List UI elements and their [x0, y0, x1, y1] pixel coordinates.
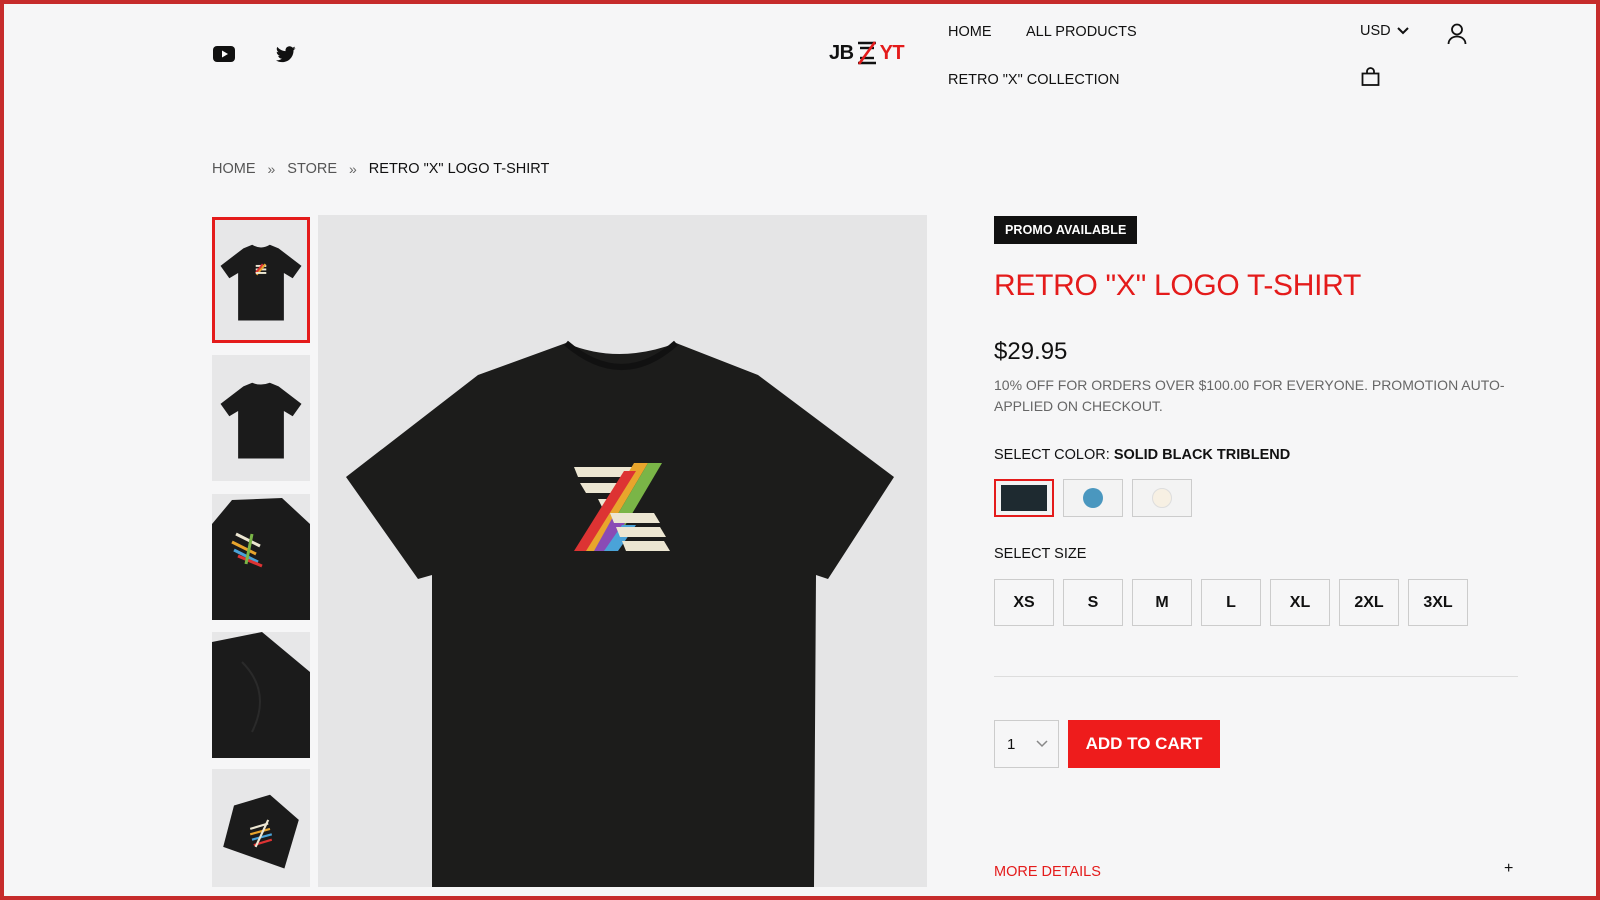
breadcrumb-separator: » [349, 161, 357, 177]
size-option-xl[interactable]: XL [1270, 579, 1330, 626]
user-icon [1447, 23, 1467, 45]
size-option-2xl[interactable]: 2XL [1339, 579, 1399, 626]
product-thumbnail-front[interactable] [212, 217, 310, 343]
account-button[interactable] [1447, 23, 1467, 45]
product-thumbnail-back[interactable] [212, 355, 310, 481]
size-option-xs[interactable]: XS [994, 579, 1054, 626]
product-thumbnail-folded[interactable] [212, 494, 310, 620]
shopping-bag-icon [1361, 67, 1380, 86]
brand-logo[interactable]: JB YT [829, 40, 905, 66]
cart-button[interactable] [1361, 67, 1381, 87]
product-thumbnail-detail[interactable] [212, 632, 310, 758]
color-swatch-blue[interactable] [1063, 479, 1123, 517]
color-swatch-cream[interactable] [1132, 479, 1192, 517]
twitter-link[interactable] [274, 44, 298, 64]
tshirt-folded-image [212, 498, 310, 620]
more-details-toggle[interactable]: MORE DETAILS [994, 864, 1101, 880]
promo-badge: PROMO AVAILABLE [994, 216, 1138, 244]
add-to-cart-button[interactable]: ADD TO CART [1068, 720, 1220, 768]
tshirt-flat-image [223, 794, 299, 869]
chevron-down-icon [1036, 740, 1048, 748]
color-chip [1152, 488, 1172, 508]
nav-home[interactable]: HOME [948, 24, 992, 40]
size-option-l[interactable]: L [1201, 579, 1261, 626]
breadcrumb-current: RETRO "X" LOGO T-SHIRT [368, 161, 550, 177]
product-title: RETRO "X" LOGO T-SHIRT [994, 269, 1361, 302]
youtube-link[interactable] [212, 44, 236, 64]
color-chip [1001, 485, 1047, 511]
chevron-down-icon [1396, 27, 1409, 35]
breadcrumb-separator: » [267, 161, 276, 177]
color-chip [1083, 488, 1103, 508]
nav-all-products[interactable]: ALL PRODUCTS [1026, 24, 1137, 40]
tshirt-front-image [220, 244, 302, 321]
breadcrumb: HOME » STORE » RETRO "X" LOGO T-SHIRT [212, 161, 549, 177]
product-thumbnail-flat[interactable] [212, 769, 310, 887]
product-main-image[interactable] [318, 215, 927, 887]
size-option-3xl[interactable]: 3XL [1408, 579, 1468, 626]
size-label: SELECT SIZE [994, 546, 1087, 562]
tshirt-detail-image [212, 632, 310, 758]
currency-label: USD [1360, 23, 1391, 39]
color-swatch-black[interactable] [994, 479, 1054, 517]
product-price: $29.95 [994, 338, 1068, 365]
logo-text-jb: JB [829, 41, 854, 64]
promo-description: 10% OFF FOR ORDERS OVER $100.00 FOR EVER… [994, 377, 1505, 414]
color-label-text: SELECT COLOR: [994, 447, 1110, 463]
quantity-value: 1 [1007, 735, 1016, 753]
twitter-icon [276, 45, 296, 62]
youtube-icon [213, 46, 235, 62]
size-option-s[interactable]: S [1063, 579, 1123, 626]
breadcrumb-store[interactable]: STORE [287, 161, 337, 177]
logo-text-yt: YT [879, 41, 905, 64]
nav-retro-x-collection[interactable]: RETRO "X" COLLECTION [948, 72, 1119, 88]
divider [994, 676, 1518, 677]
expand-icon[interactable]: + [1504, 860, 1513, 878]
quantity-select[interactable]: 1 [994, 720, 1059, 768]
selected-color-name: SOLID BLACK TRIBLEND [1113, 447, 1291, 463]
tshirt-back-image [220, 382, 302, 459]
currency-selector[interactable]: USD [1360, 23, 1409, 39]
size-option-m[interactable]: M [1132, 579, 1192, 626]
tshirt-main-image [346, 340, 894, 887]
breadcrumb-home[interactable]: HOME [212, 161, 256, 177]
logo-x-icon [857, 41, 876, 65]
color-label: SELECT COLOR: SOLID BLACK TRIBLEND [994, 447, 1290, 463]
